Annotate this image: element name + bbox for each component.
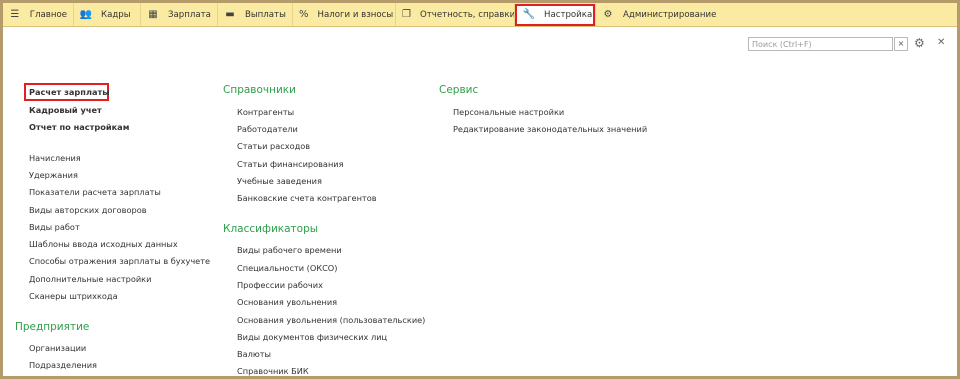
nav-hr[interactable]: 👥 Кадры [74, 3, 140, 26]
close-icon: × [897, 39, 905, 48]
section-classifiers-title: Классификаторы [223, 223, 319, 235]
nav-main[interactable]: ☰ Главное [3, 3, 73, 26]
nav-reports-label: Отчетность, справки [419, 9, 516, 20]
nav-taxes[interactable]: % Налоги и взносы [293, 3, 395, 26]
link-counterparties[interactable]: Контрагенты [237, 107, 294, 117]
payment-card-icon: ▬ [225, 9, 235, 20]
link-bank-accounts[interactable]: Банковские счета контрагентов [237, 193, 377, 203]
close-panel-icon[interactable]: ✕ [937, 37, 945, 48]
nav-salary-label: Зарплата [168, 9, 211, 20]
link-accruals[interactable]: Начисления [29, 153, 81, 163]
link-settings-report[interactable]: Отчет по настройкам [29, 122, 129, 132]
nav-settings[interactable]: 🔧 Настройка [515, 3, 595, 26]
link-deductions[interactable]: Удержания [29, 170, 78, 180]
link-barcode-scanners[interactable]: Сканеры штрихкода [29, 291, 118, 301]
link-input-templates[interactable]: Шаблоны ввода исходных данных [29, 239, 178, 249]
link-hr-accounting[interactable]: Кадровый учет [29, 105, 102, 115]
link-financing-items[interactable]: Статьи финансирования [237, 159, 344, 169]
link-departments[interactable]: Подразделения [29, 360, 97, 370]
link-bik-directory[interactable]: Справочник БИК [237, 366, 309, 376]
link-currencies[interactable]: Валюты [237, 349, 271, 359]
gear-icon: ⚙ [603, 9, 613, 20]
link-worker-professions[interactable]: Профессии рабочих [237, 280, 323, 290]
link-author-contracts[interactable]: Виды авторских договоров [29, 205, 147, 215]
settings-gear-icon[interactable]: ⚙ [914, 36, 925, 50]
link-payroll-calc[interactable]: Расчет зарплаты [29, 87, 110, 97]
nav-taxes-label: Налоги и взносы [317, 9, 394, 20]
link-dismissal-grounds[interactable]: Основания увольнения [237, 297, 337, 307]
link-working-time-types[interactable]: Виды рабочего времени [237, 245, 342, 255]
search-placeholder: Поиск (Ctrl+F) [752, 40, 812, 49]
link-employers[interactable]: Работодатели [237, 124, 298, 134]
percent-icon: % [299, 9, 309, 20]
link-work-types[interactable]: Виды работ [29, 222, 80, 232]
section-enterprise-title: Предприятие [15, 321, 90, 333]
menu-icon: ☰ [10, 9, 20, 20]
link-expense-items[interactable]: Статьи расходов [237, 141, 310, 151]
link-specialties[interactable]: Специальности (ОКСО) [237, 263, 337, 273]
link-organizations[interactable]: Организации [29, 343, 86, 353]
top-nav-bar: ☰ Главное 👥 Кадры ▦ Зарплата ▬ Выплаты %… [3, 3, 957, 27]
search-input[interactable]: Поиск (Ctrl+F) [748, 37, 893, 51]
calculator-icon: ▦ [148, 9, 158, 20]
nav-payments-label: Выплаты [245, 9, 286, 20]
link-salary-indicators[interactable]: Показатели расчета зарплаты [29, 187, 161, 197]
nav-reports[interactable]: ❐ Отчетность, справки [396, 3, 516, 26]
section-directories-title: Справочники [223, 84, 296, 96]
wrench-icon: 🔧 [522, 9, 536, 20]
search-clear-button[interactable]: × [894, 37, 908, 51]
link-dismissal-grounds-custom[interactable]: Основания увольнения (пользовательские) [237, 315, 425, 325]
nav-settings-label: Настройка [544, 9, 593, 20]
link-accounting-reflection[interactable]: Способы отражения зарплаты в бухучете [29, 256, 210, 266]
documents-icon: ❐ [402, 9, 411, 20]
people-icon: 👥 [79, 9, 93, 20]
nav-admin-label: Администрирование [623, 9, 717, 20]
link-personal-settings[interactable]: Персональные настройки [453, 107, 564, 117]
link-additional-settings[interactable]: Дополнительные настройки [29, 274, 151, 284]
nav-main-label: Главное [29, 9, 67, 20]
link-id-document-types[interactable]: Виды документов физических лиц [237, 332, 387, 342]
nav-salary[interactable]: ▦ Зарплата [141, 3, 217, 26]
nav-payments[interactable]: ▬ Выплаты [218, 3, 292, 26]
nav-admin[interactable]: ⚙ Администрирование [596, 3, 726, 26]
link-educational-institutions[interactable]: Учебные заведения [237, 176, 322, 186]
link-legislative-values[interactable]: Редактирование законодательных значений [453, 124, 647, 134]
section-service-title: Сервис [439, 84, 479, 96]
nav-hr-label: Кадры [101, 9, 131, 20]
